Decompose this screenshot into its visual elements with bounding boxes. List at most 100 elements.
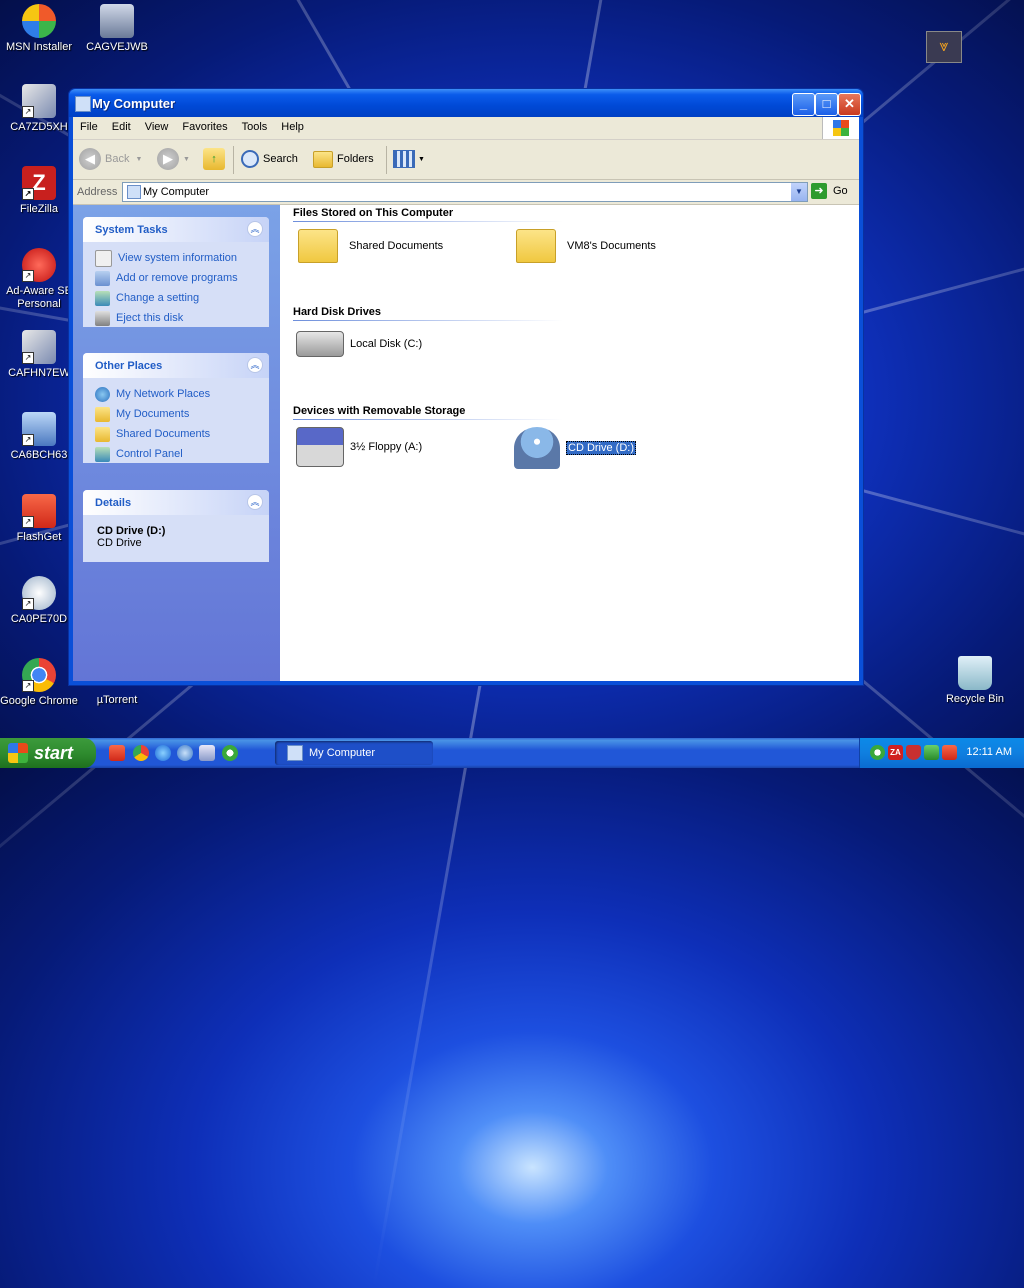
file-item-shared-documents[interactable]: Shared Documents — [298, 229, 443, 263]
close-button[interactable]: ✕ — [838, 93, 861, 116]
desktop-icon-flashget[interactable]: ↗ FlashGet — [0, 494, 78, 544]
back-button[interactable]: ◀ Back ▼ — [79, 148, 142, 170]
quicklaunch-chrome-icon[interactable] — [133, 745, 149, 761]
menu-tools[interactable]: Tools — [235, 117, 275, 133]
search-button[interactable]: Search — [241, 148, 298, 170]
network-places-icon — [95, 386, 110, 402]
tray-zonealarm-icon[interactable]: ZA — [888, 745, 903, 760]
details-header[interactable]: Details ︽ — [83, 490, 269, 515]
tray-tool-icon[interactable]: ⩔ — [926, 31, 962, 63]
drive-item-floppy-a[interactable]: 3½ Floppy (A:) — [296, 427, 422, 467]
desktop-icon-label: µTorrent — [96, 694, 138, 706]
quicklaunch-show-desktop-icon[interactable] — [199, 745, 215, 761]
search-icon — [241, 150, 259, 168]
desktop-icon-google-chrome[interactable]: ↗ Google Chrome — [0, 658, 78, 708]
desktop-icon-label: CA6BCH63 — [10, 449, 68, 461]
desktop-icon-cafhn7ew[interactable]: ↗ CAFHN7EW — [0, 330, 78, 380]
task-eject-disk[interactable]: Eject this disk — [83, 308, 269, 328]
tray-network-icon[interactable] — [924, 745, 939, 760]
desktop-icon-ca7zd5xh[interactable]: ↗ CA7ZD5XH — [0, 84, 78, 134]
task-change-setting[interactable]: Change a setting — [83, 288, 269, 308]
place-label: My Documents — [116, 408, 190, 420]
quicklaunch-utorrent-icon[interactable] — [222, 745, 238, 761]
folders-button[interactable]: Folders — [313, 148, 374, 170]
up-folder-button[interactable]: ↑ — [203, 148, 229, 170]
folder-icon — [516, 229, 556, 263]
tray-flashget-icon[interactable] — [942, 745, 957, 760]
collapse-chevron-icon[interactable]: ︽ — [247, 221, 263, 237]
add-remove-programs-icon — [95, 270, 110, 286]
drive-item-local-disk-c[interactable]: Local Disk (C:) — [296, 331, 422, 357]
desktop-icon-recycle-bin[interactable]: Recycle Bin — [936, 656, 1014, 706]
other-places-header[interactable]: Other Places ︽ — [83, 353, 269, 378]
quicklaunch-ie-icon[interactable] — [155, 745, 171, 761]
system-tasks-header[interactable]: System Tasks ︽ — [83, 217, 269, 242]
tray-shield-icon[interactable] — [906, 745, 921, 760]
views-dropdown-icon: ▼ — [418, 155, 425, 163]
details-item-type: CD Drive — [97, 537, 142, 549]
taskbar-button-my-computer[interactable]: My Computer — [275, 741, 433, 765]
file-item-label: VM8's Documents — [567, 240, 656, 252]
desktop-icon-cagvejwb[interactable]: CAGVEJWB — [78, 4, 156, 54]
flashget-icon: ↗ — [22, 494, 56, 528]
other-places-panel: Other Places ︽ My Network Places My Docu… — [83, 353, 269, 463]
group-header-files: Files Stored on This Computer — [293, 207, 563, 222]
address-dropdown-button[interactable]: ▼ — [791, 183, 807, 201]
window-titlebar[interactable]: My Computer _ □ ✕ — [69, 89, 863, 117]
place-shared-documents[interactable]: Shared Documents — [83, 424, 269, 444]
quicklaunch-flashget-icon[interactable] — [109, 745, 125, 761]
desktop-icon-ca6bch63[interactable]: ↗ CA6BCH63 — [0, 412, 78, 462]
desktop-icon-label: CA7ZD5XH — [10, 121, 68, 133]
maximize-button[interactable]: □ — [815, 93, 838, 116]
my-documents-icon — [95, 406, 110, 422]
toolbar-separator — [386, 146, 387, 174]
quicklaunch-ie-alt-icon[interactable] — [177, 745, 193, 761]
task-add-remove-programs[interactable]: Add or remove programs — [83, 268, 269, 288]
tray-utorrent-icon[interactable] — [870, 745, 885, 760]
up-folder-icon: ↑ — [203, 148, 225, 170]
menu-edit[interactable]: Edit — [105, 117, 138, 133]
collapse-chevron-icon[interactable]: ︽ — [247, 494, 263, 510]
setup-icon: ↗ — [22, 84, 56, 118]
task-label: View system information — [118, 252, 238, 264]
file-item-label: Shared Documents — [349, 240, 444, 252]
go-button[interactable]: ➜ Go — [811, 183, 848, 199]
place-control-panel[interactable]: Control Panel — [83, 444, 269, 464]
my-computer-small-icon — [127, 185, 141, 199]
file-item-vm8-documents[interactable]: VM8's Documents — [516, 229, 656, 263]
forward-dropdown-icon: ▼ — [183, 155, 190, 163]
desktop-icon-ca0pe70d[interactable]: ↗ CA0PE70D — [0, 576, 78, 626]
start-button[interactable]: start — [0, 738, 96, 768]
desktop-icon-filezilla[interactable]: Z ↗ FileZilla — [0, 166, 78, 216]
drive-item-cd-drive-d[interactable]: CD Drive (D:) — [514, 427, 636, 469]
menu-file[interactable]: File — [73, 117, 105, 133]
toolbar: ◀ Back ▼ ▶ ▼ ↑ Search Folders ▼ — [73, 140, 859, 180]
task-view-system-information[interactable]: View system information — [83, 248, 269, 268]
system-tray: ZA 12:11 AM — [859, 738, 1024, 768]
hard-disk-icon — [296, 331, 344, 357]
shortcut-arrow-icon: ↗ — [22, 598, 34, 610]
filezilla-icon: Z ↗ — [22, 166, 56, 200]
chrome-icon: ↗ — [22, 658, 56, 692]
menu-help[interactable]: Help — [274, 117, 311, 133]
system-tasks-title: System Tasks — [95, 224, 168, 236]
menu-view[interactable]: View — [138, 117, 176, 133]
shortcut-arrow-icon: ↗ — [22, 680, 34, 692]
forward-button[interactable]: ▶ ▼ — [157, 148, 190, 170]
collapse-chevron-icon[interactable]: ︽ — [247, 357, 263, 373]
views-button[interactable]: ▼ — [393, 148, 425, 170]
desktop-icon-adaware[interactable]: ↗ Ad-Aware SE Personal — [0, 248, 78, 311]
shortcut-arrow-icon: ↗ — [22, 188, 34, 200]
desktop-icon-msn-installer[interactable]: MSN Installer — [0, 4, 78, 54]
place-my-network-places[interactable]: My Network Places — [83, 384, 269, 404]
system-info-icon — [95, 249, 112, 267]
address-input[interactable]: My Computer ▼ — [122, 182, 808, 202]
address-bar: Address My Computer ▼ ➜ Go — [73, 180, 859, 205]
window-title: My Computer — [92, 96, 176, 111]
place-label: Control Panel — [116, 448, 183, 460]
menu-favorites[interactable]: Favorites — [175, 117, 234, 133]
desktop-icon-label: Google Chrome — [0, 695, 78, 707]
minimize-button[interactable]: _ — [792, 93, 815, 116]
place-my-documents[interactable]: My Documents — [83, 404, 269, 424]
my-computer-window[interactable]: My Computer _ □ ✕ File Edit View Favorites T… — [68, 88, 864, 686]
